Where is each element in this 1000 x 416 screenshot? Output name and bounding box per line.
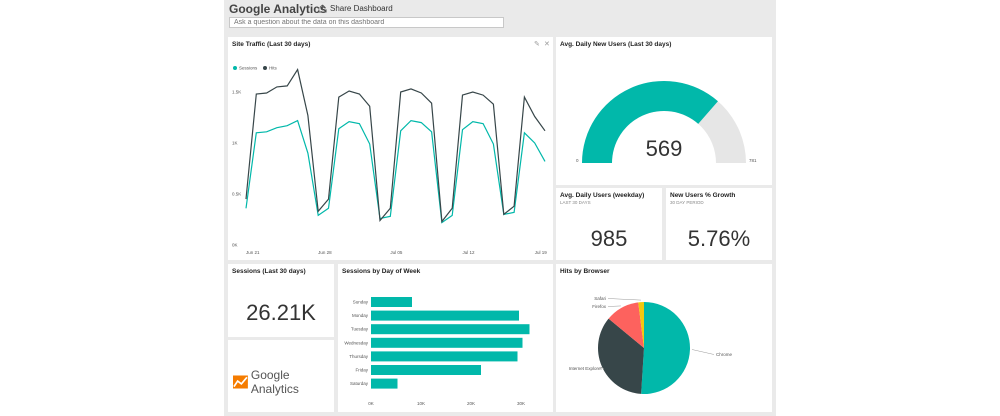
- avg-daily-users-subtitle: LAST 30 DAYS: [560, 200, 591, 205]
- x-tick-label: Jun 21: [246, 250, 260, 255]
- bar: [371, 297, 412, 307]
- bar-category-label: Tuesday: [351, 327, 369, 332]
- bar: [371, 337, 523, 348]
- bar-category-label: Saturday: [350, 381, 369, 386]
- sessions-by-day-chart: Sunday Monday Tuesday Wednesday Thursday Frid…: [344, 297, 530, 406]
- x-tick-label: Jun 28: [318, 250, 332, 255]
- site-traffic-chart: Sessions Hits 0K 0.5K 1K 1.5K Jun 21 Jun 28 Ju…: [232, 66, 548, 256]
- legend-hits-marker: [263, 66, 267, 70]
- bar: [371, 351, 518, 362]
- legend-sessions: Sessions: [239, 66, 258, 71]
- x-tick-label: 0K: [368, 401, 374, 406]
- google-analytics-logo-text: Google Analytics: [250, 368, 299, 396]
- dashboard: Google Analytics Share Dashboard Site Tr…: [224, 0, 776, 416]
- x-tick-label: 10K: [417, 401, 425, 406]
- hits-by-browser-chart: Chrome Internet Explorer Firefox Safari: [569, 296, 733, 394]
- share-dashboard-label: Share Dashboard: [330, 4, 393, 13]
- gauge-value: 569: [646, 136, 683, 161]
- dashboard-title: Google Analytics: [229, 2, 327, 16]
- legend-hits: Hits: [269, 66, 277, 71]
- bar: [371, 324, 530, 335]
- google-analytics-logo: Google Analytics: [233, 368, 334, 396]
- pie-label: Chrome: [716, 352, 733, 357]
- x-tick-label: 30K: [517, 401, 525, 406]
- y-tick-label: 0K: [232, 243, 238, 248]
- bar: [371, 365, 481, 375]
- avg-daily-users-value: 985: [590, 226, 628, 251]
- analytics-logo-icon: [233, 375, 248, 389]
- bar-category-label: Sunday: [353, 300, 369, 305]
- series-line-hits: [245, 68, 546, 224]
- y-tick-label: 0.5K: [232, 192, 241, 197]
- y-tick-label: 1.5K: [232, 90, 241, 95]
- share-icon: [318, 4, 327, 13]
- pie-label: Safari: [594, 296, 606, 301]
- gauge-chart: 569 0 781: [576, 81, 757, 163]
- new-users-growth-value: 5.76%: [687, 226, 751, 251]
- pie-leader-line: [691, 349, 715, 355]
- pie-leader-line: [607, 298, 641, 301]
- pie-leader-line: [607, 305, 621, 307]
- sessions-value: 26.21K: [246, 300, 316, 325]
- bar-category-label: Thursday: [349, 354, 369, 359]
- hits-by-browser-tile[interactable]: Hits by Browser Chrome Internet Explorer F…: [556, 264, 772, 412]
- sessions-by-day-tile[interactable]: Sessions by Day of Week Sunday Monday Tues…: [338, 264, 553, 412]
- x-tick-label: 20K: [467, 401, 475, 406]
- sessions-tile[interactable]: Sessions (Last 30 days) 26.21K: [228, 264, 334, 337]
- pie-label: Internet Explorer: [569, 366, 603, 371]
- bar: [371, 378, 398, 389]
- bar-category-label: Wednesday: [344, 340, 368, 345]
- pie-slice-chrome: [641, 302, 691, 394]
- site-traffic-tile[interactable]: Site Traffic (Last 30 days) ✎ ✕ Sessions…: [228, 37, 553, 260]
- avg-new-users-tile[interactable]: Avg. Daily New Users (Last 30 days) 569 …: [556, 37, 772, 185]
- gauge-min: 0: [576, 158, 579, 163]
- legend-sessions-marker: [233, 66, 237, 70]
- avg-daily-users-tile[interactable]: Avg. Daily Users (weekday) LAST 30 DAYS …: [556, 188, 662, 260]
- x-tick-label: Jul 12: [463, 250, 476, 255]
- new-users-growth-subtitle: 30 DAY PERIOD: [670, 200, 704, 205]
- google-analytics-logo-tile[interactable]: Google Analytics: [228, 340, 334, 412]
- y-tick-label: 1K: [232, 141, 238, 146]
- gauge-max: 781: [749, 158, 757, 163]
- qa-input[interactable]: [229, 17, 504, 28]
- x-tick-label: Jul 19: [535, 250, 548, 255]
- sessions-title: Sessions (Last 30 days): [232, 268, 306, 275]
- x-tick-label: Jul 05: [390, 250, 403, 255]
- avg-daily-users-title: Avg. Daily Users (weekday): [560, 192, 645, 199]
- share-dashboard-button[interactable]: Share Dashboard: [318, 4, 393, 13]
- bar-category-label: Monday: [352, 313, 369, 318]
- bar-category-label: Friday: [355, 368, 368, 373]
- bar: [371, 310, 519, 321]
- new-users-growth-title: New Users % Growth: [670, 192, 736, 199]
- pie-label: Firefox: [592, 304, 607, 309]
- new-users-growth-tile[interactable]: New Users % Growth 30 DAY PERIOD 5.76%: [666, 188, 772, 260]
